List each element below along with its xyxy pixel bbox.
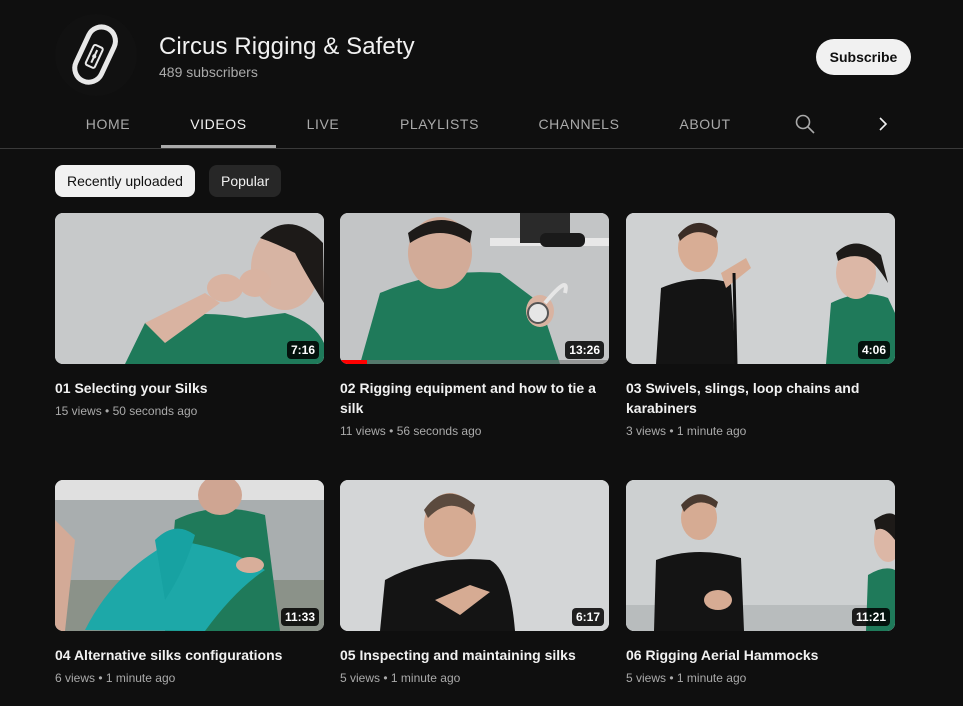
video-thumbnail[interactable]: 11:33 [55,480,324,631]
video-thumbnail[interactable]: 6:17 [340,480,609,631]
video-card[interactable]: 7:16 01 Selecting your Silks 15 views • … [55,213,324,420]
video-card[interactable]: 11:21 06 Rigging Aerial Hammocks 5 views… [626,480,895,687]
video-meta: 5 views • 1 minute ago [626,669,895,687]
chevron-right-icon[interactable] [868,100,898,148]
filter-popular[interactable]: Popular [209,165,282,197]
video-meta: 11 views • 56 seconds ago [340,422,609,440]
meta-separator: • [383,671,388,685]
watch-progress-bar [340,360,609,364]
video-title[interactable]: 01 Selecting your Silks [55,378,315,398]
video-card[interactable]: 6:17 05 Inspecting and maintaining silks… [340,480,609,687]
meta-separator: • [389,424,394,438]
video-thumbnail[interactable]: 11:21 [626,480,895,631]
view-count: 5 views [340,671,381,685]
upload-age: 56 seconds ago [396,424,482,438]
video-title[interactable]: 06 Rigging Aerial Hammocks [626,645,886,665]
video-card[interactable]: 11:33 04 Alternative silks configuration… [55,480,324,687]
video-meta: 6 views • 1 minute ago [55,669,324,687]
video-duration: 6:17 [571,608,604,626]
view-count: 5 views [626,671,667,685]
upload-age: 1 minute ago [676,671,747,685]
meta-separator: • [105,404,110,418]
channel-avatar[interactable] [55,14,137,96]
upload-age: 50 seconds ago [112,404,198,418]
tab-channels[interactable]: CHANNELS [528,100,630,148]
video-thumbnail[interactable]: 4:06 [626,213,895,364]
tab-about[interactable]: ABOUT [670,100,740,148]
video-duration: 11:33 [280,608,319,626]
video-card[interactable]: 13:26 02 Rigging equipment and how to ti… [340,213,609,440]
view-count: 15 views [55,404,102,418]
subscriber-count: 489 subscribers [159,64,258,80]
video-duration: 13:26 [565,341,604,359]
channel-name: Circus Rigging & Safety [159,33,415,60]
video-thumbnail[interactable]: 7:16 [55,213,324,364]
video-duration: 7:16 [286,341,319,359]
watch-progress-fill [340,360,367,364]
upload-age: 1 minute ago [390,671,461,685]
video-meta: 15 views • 50 seconds ago [55,402,324,420]
meta-separator: • [669,424,674,438]
tab-home[interactable]: HOME [73,100,143,148]
meta-separator: • [669,671,674,685]
channel-header: Circus Rigging & Safety 489 subscribers … [0,0,963,100]
tab-playlists[interactable]: PLAYLISTS [388,100,491,148]
view-count: 3 views [626,424,667,438]
video-meta: 3 views • 1 minute ago [626,422,895,440]
channel-tabs: HOME VIDEOS LIVE PLAYLISTS CHANNELS ABOU… [0,100,963,149]
view-count: 6 views [55,671,96,685]
search-icon[interactable] [790,100,820,148]
meta-separator: • [98,671,103,685]
video-card[interactable]: 4:06 03 Swivels, slings, loop chains and… [626,213,895,440]
tab-live[interactable]: LIVE [293,100,353,148]
video-meta: 5 views • 1 minute ago [340,669,609,687]
view-count: 11 views [340,424,386,438]
filter-recently-uploaded[interactable]: Recently uploaded [55,165,195,197]
tab-videos[interactable]: VIDEOS [161,100,276,148]
video-thumbnail[interactable]: 13:26 [340,213,609,364]
upload-age: 1 minute ago [105,671,176,685]
subscribe-button[interactable]: Subscribe [816,39,911,75]
video-duration: 11:21 [851,608,890,626]
video-title[interactable]: 02 Rigging equipment and how to tie a si… [340,378,600,418]
carabiner-icon [72,24,118,85]
video-title[interactable]: 03 Swivels, slings, loop chains and kara… [626,378,886,418]
video-title[interactable]: 05 Inspecting and maintaining silks [340,645,600,665]
video-duration: 4:06 [857,341,890,359]
video-title[interactable]: 04 Alternative silks configurations [55,645,315,665]
upload-age: 1 minute ago [676,424,747,438]
